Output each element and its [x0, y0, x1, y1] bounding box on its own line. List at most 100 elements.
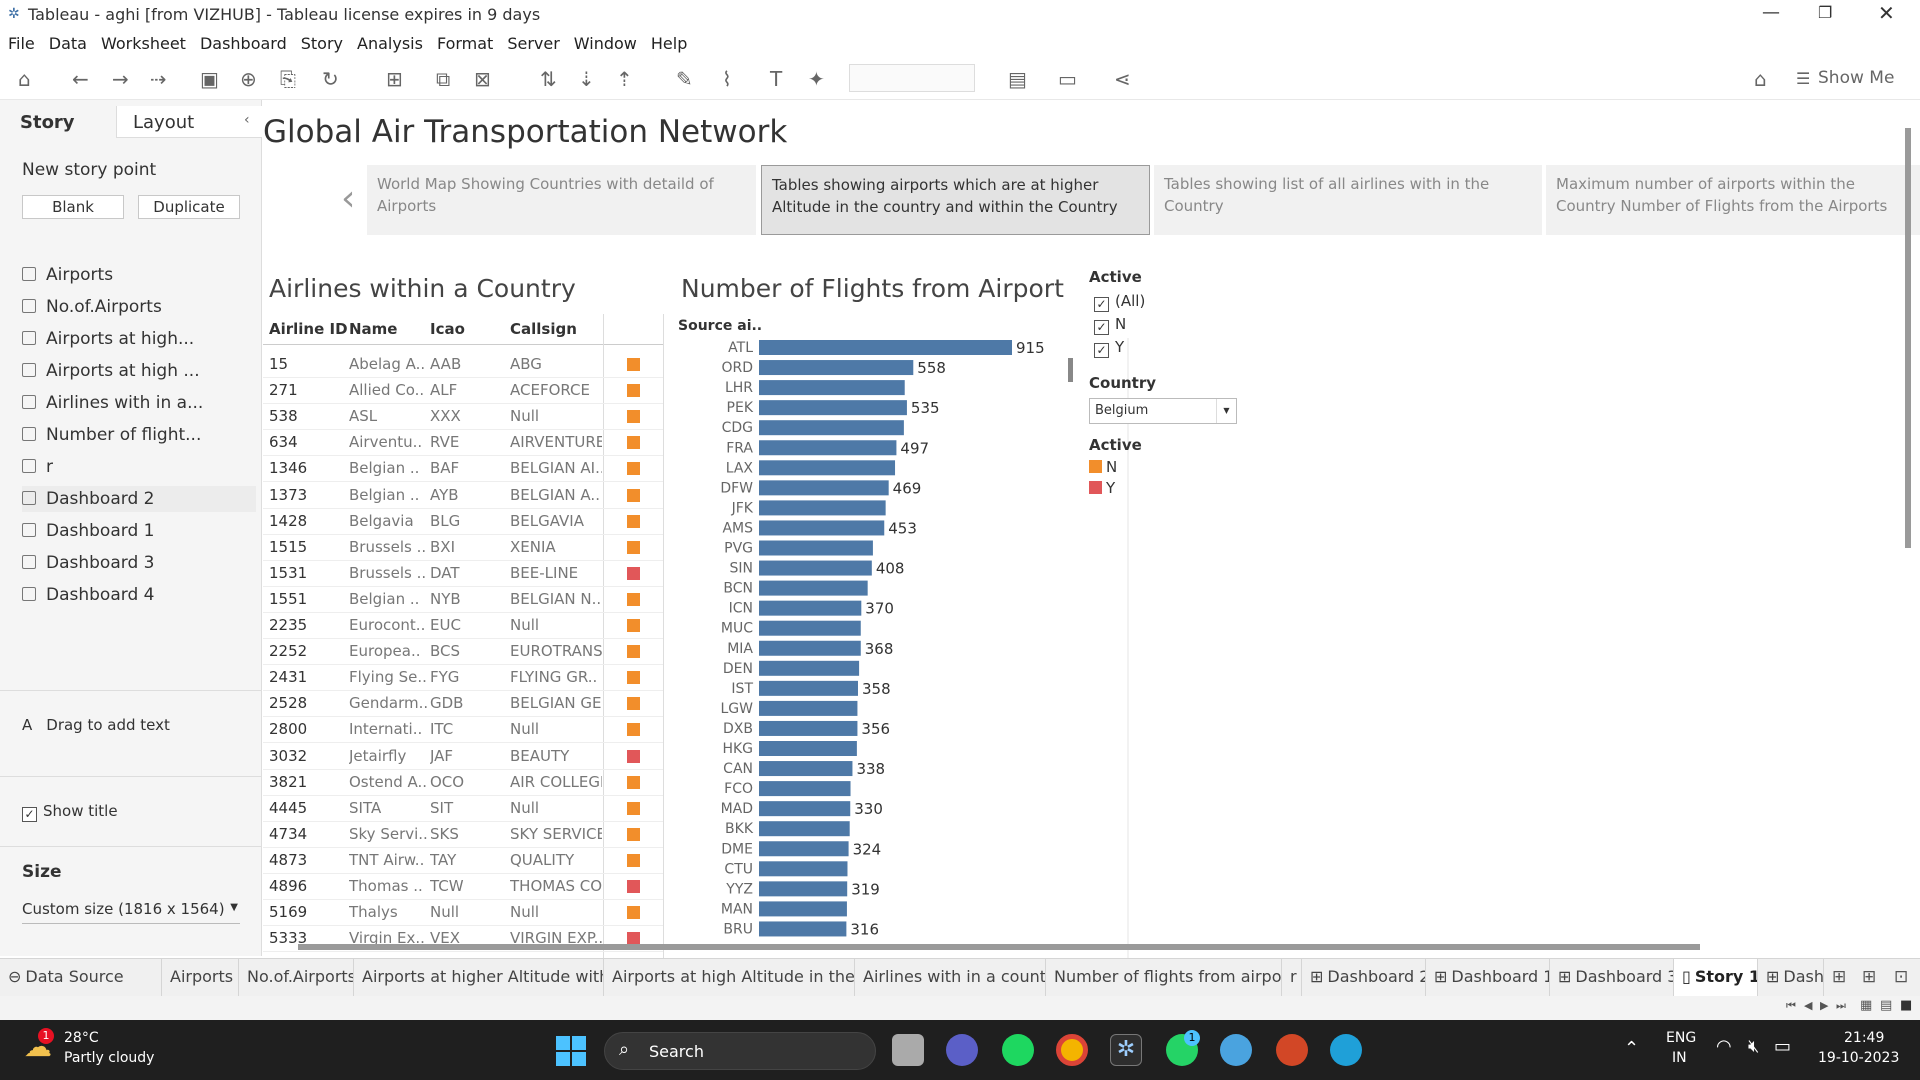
refresh-icon[interactable]: ↻: [322, 68, 339, 90]
story-point-2[interactable]: Tables showing airports which are at hig…: [761, 165, 1150, 235]
chevron-up-icon[interactable]: ⌃: [1624, 1038, 1639, 1059]
tab-no-of-airports[interactable]: No.of.Airports: [239, 959, 354, 997]
header-icao[interactable]: Icao: [430, 320, 465, 338]
menu-story[interactable]: Story: [293, 30, 349, 53]
bar-dxb[interactable]: [759, 720, 858, 736]
sheet-dashboard-3[interactable]: Dashboard 3: [22, 550, 154, 576]
group-icon[interactable]: ⌇: [722, 68, 732, 90]
duplicate-button[interactable]: Duplicate: [138, 195, 240, 219]
bar-mia[interactable]: [759, 640, 861, 656]
highlight-icon[interactable]: ✎: [676, 68, 693, 90]
active-color-mark[interactable]: [627, 410, 640, 424]
horizontal-scrollbar-thumb[interactable]: [298, 944, 1700, 950]
search-box[interactable]: ⌕ Search: [604, 1032, 876, 1070]
tab-dashboard-4-truncated[interactable]: ⊞Dashb: [1758, 959, 1824, 997]
active-color-mark[interactable]: [627, 697, 640, 711]
sheet-airports[interactable]: Airports: [22, 262, 113, 288]
table-row[interactable]: 4445 SITA SIT Null: [263, 796, 663, 822]
table-row[interactable]: 4896 Thomas .. TCW THOMAS CO..: [263, 874, 663, 901]
table-row[interactable]: 3821 Ostend A.. OCO AIR COLLEGE: [263, 770, 663, 796]
home-icon[interactable]: ⌂: [18, 68, 31, 90]
table-row[interactable]: 15 Abelag A.. AAB ABG: [263, 352, 663, 379]
legend-item-n[interactable]: N: [1089, 458, 1142, 479]
list-view-icon[interactable]: ▤: [1880, 998, 1892, 1013]
table-row[interactable]: 2431 Flying Se.. FYG FLYING GR..: [263, 665, 663, 692]
bar-yyz[interactable]: [759, 881, 848, 897]
active-color-mark[interactable]: [627, 775, 640, 789]
tab-story-1[interactable]: ▯ Story 1: [1674, 959, 1758, 997]
prev-sheet-icon[interactable]: ◀: [1804, 999, 1812, 1012]
task-view-icon[interactable]: [892, 1034, 924, 1066]
clock-date[interactable]: 19-10-2023: [1818, 1050, 1899, 1066]
active-color-mark[interactable]: [627, 566, 640, 580]
active-color-mark[interactable]: [627, 801, 640, 815]
table-row[interactable]: 271 Allied Co.. ALF ACEFORCE: [263, 378, 663, 405]
story-point-3[interactable]: Tables showing list of all airlines with…: [1154, 165, 1542, 235]
weather-desc[interactable]: Partly cloudy: [64, 1050, 154, 1066]
weather-temp[interactable]: 28°C: [64, 1030, 99, 1046]
sheet-airports-at-high-2[interactable]: Airports at high ...: [22, 358, 200, 384]
bar-bcn[interactable]: [759, 580, 868, 596]
filmstrip-icon[interactable]: ■: [1900, 998, 1912, 1013]
header-name[interactable]: Name: [349, 320, 397, 338]
drag-to-add-text[interactable]: A Drag to add text: [22, 716, 170, 734]
table-row[interactable]: 1551 Belgian .. NYB BELGIAN N..: [263, 587, 663, 613]
tab-dashboard-1[interactable]: ⊞ Dashboard 1: [1426, 959, 1550, 997]
chart-scrollbar-thumb[interactable]: [1068, 358, 1073, 382]
bar-mad[interactable]: [759, 801, 851, 817]
sheet-airports-at-high-1[interactable]: Airports at high...: [22, 326, 194, 352]
tableau-taskbar-icon[interactable]: ✲: [1110, 1034, 1142, 1066]
tab-data-source[interactable]: ⊖ Data Source: [0, 959, 162, 997]
tab-airlines-in-country[interactable]: Airlines with in a country: [855, 959, 1046, 997]
menu-data[interactable]: Data: [41, 30, 93, 53]
active-color-mark[interactable]: [627, 540, 640, 554]
show-cards-icon[interactable]: ▤: [1008, 68, 1027, 90]
table-row[interactable]: 5169 Thalys Null Null: [263, 900, 663, 927]
active-color-mark[interactable]: [627, 749, 640, 763]
menu-server[interactable]: Server: [499, 30, 565, 53]
active-color-mark[interactable]: [627, 906, 640, 920]
active-color-mark[interactable]: [627, 880, 640, 893]
battery-icon[interactable]: ▭: [1774, 1036, 1791, 1057]
active-color-mark[interactable]: [627, 384, 640, 398]
tab-number-of-flights[interactable]: Number of flights from airport: [1046, 959, 1282, 997]
minimize-icon[interactable]: —: [1762, 2, 1780, 23]
bar-man[interactable]: [759, 901, 847, 917]
bar-hkg[interactable]: [759, 741, 857, 756]
swap-icon[interactable]: ⇅: [540, 68, 557, 90]
bar-jfk[interactable]: [759, 500, 886, 516]
bar-cdg[interactable]: [759, 420, 904, 436]
grid-view-icon[interactable]: ▦: [1860, 998, 1872, 1013]
sheet-dashboard-1[interactable]: Dashboard 1: [22, 518, 154, 544]
language-in[interactable]: IN: [1672, 1050, 1687, 1066]
bar-sin[interactable]: [759, 560, 872, 576]
table-row[interactable]: 1531 Brussels .. DAT BEE-LINE: [263, 561, 663, 587]
spotify-icon[interactable]: [1002, 1034, 1034, 1066]
bar-dme[interactable]: [759, 841, 849, 857]
bar-pek[interactable]: [759, 400, 907, 416]
new-worksheet-icon[interactable]: ⊞: [386, 68, 403, 90]
active-color-mark[interactable]: [627, 645, 640, 659]
bar-pvg[interactable]: [759, 540, 873, 556]
pin-icon[interactable]: ✦: [808, 68, 825, 90]
bar-lgw[interactable]: [759, 700, 858, 716]
chrome-icon[interactable]: [1056, 1034, 1088, 1066]
undo-icon[interactable]: ←: [72, 68, 89, 90]
bar-ord[interactable]: [759, 360, 914, 376]
table-row[interactable]: 1373 Belgian .. AYB BELGIAN A..: [263, 483, 663, 509]
show-title-checkbox[interactable]: ✓ Show title: [22, 802, 118, 822]
bar-can[interactable]: [759, 761, 853, 777]
active-color-mark[interactable]: [627, 358, 640, 371]
pause-icon[interactable]: ⎘: [280, 68, 296, 90]
bar-muc[interactable]: [759, 620, 861, 636]
sheet-dashboard-2[interactable]: Dashboard 2: [22, 486, 256, 512]
active-color-mark[interactable]: [627, 436, 640, 450]
sheet-no-of-airports[interactable]: No.of.Airports: [22, 294, 162, 320]
tab-airports-high-altitude-w[interactable]: Airports at high Altitude in the W...: [604, 959, 855, 997]
sheet-number-of-flights[interactable]: Number of flight...: [22, 422, 201, 448]
active-color-mark[interactable]: [627, 671, 640, 685]
new-worksheet-tab-icon[interactable]: ⊞: [1832, 967, 1846, 987]
menu-window[interactable]: Window: [566, 30, 643, 53]
active-color-mark[interactable]: [627, 853, 640, 867]
powerpoint-icon[interactable]: [1276, 1034, 1308, 1066]
